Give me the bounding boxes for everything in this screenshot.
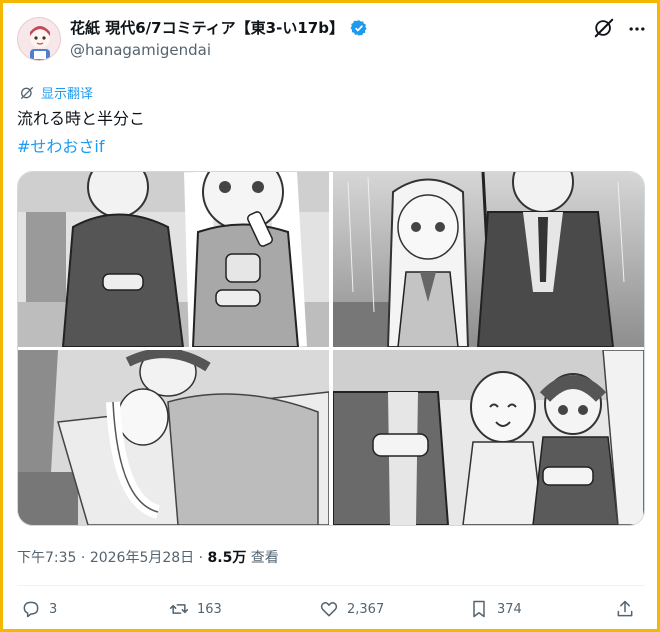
bookmark-count: 374 [497,601,522,617]
show-translation-label: 显示翻译 [41,87,94,102]
meta-separator: · [194,550,208,566]
divider [17,585,645,586]
more-options-icon[interactable] [627,19,647,39]
heart-icon [320,602,338,617]
display-name[interactable]: 花紙 現代6/7コミティア【東3-い17b】 [70,17,344,38]
avatar-illustration [18,18,60,60]
view-label: 查看 [246,550,279,566]
like-button[interactable]: 2,367 [319,599,384,619]
manga-panel-family-gaming[interactable] [332,349,644,525]
author-name-row[interactable]: 花紙 現代6/7コミティア【東3-い17b】 [70,17,368,38]
hashtag-link[interactable]: #せわおさif [17,133,105,157]
repost-button[interactable]: 163 [169,599,222,619]
meta-separator: · [76,550,90,566]
like-count: 2,367 [347,601,385,617]
reply-count: 3 [49,601,58,617]
share-icon [617,600,633,617]
manga-panel-gaming[interactable] [18,172,329,348]
view-count: 8.5万 [207,550,247,566]
tweet-meta: 下午7:35 · 2026年5月28日 · 8.5万 查看 [17,547,279,567]
manga-panel-umbrella[interactable] [333,172,644,348]
grok-icon[interactable] [593,17,615,39]
bookmark-button[interactable]: 374 [469,599,522,619]
show-translation-link[interactable]: 显示翻译 [19,83,93,102]
verified-badge-icon [350,19,367,36]
bookmark-icon [473,600,485,618]
tweet-text: 流れる時と半分こ [17,109,146,128]
repost-count: 163 [197,601,222,617]
tweet-date[interactable]: 2026年5月28日 [90,550,194,566]
manga-panel-sleeping[interactable] [18,347,330,525]
reply-button[interactable]: 3 [21,599,57,619]
translate-icon [21,86,33,99]
repost-icon [169,604,189,614]
share-button[interactable] [615,599,635,619]
tweet-card: 花紙 現代6/7コミティア【東3-い17b】 @hanagamigendai 显… [3,3,657,629]
author-handle[interactable]: @hanagamigendai [70,41,211,59]
media-grid[interactable] [17,171,645,526]
tweet-time[interactable]: 下午7:35 [17,550,76,566]
avatar[interactable] [17,17,61,61]
reply-icon [23,601,39,618]
action-bar: 3 163 2,367 374 [17,599,645,627]
